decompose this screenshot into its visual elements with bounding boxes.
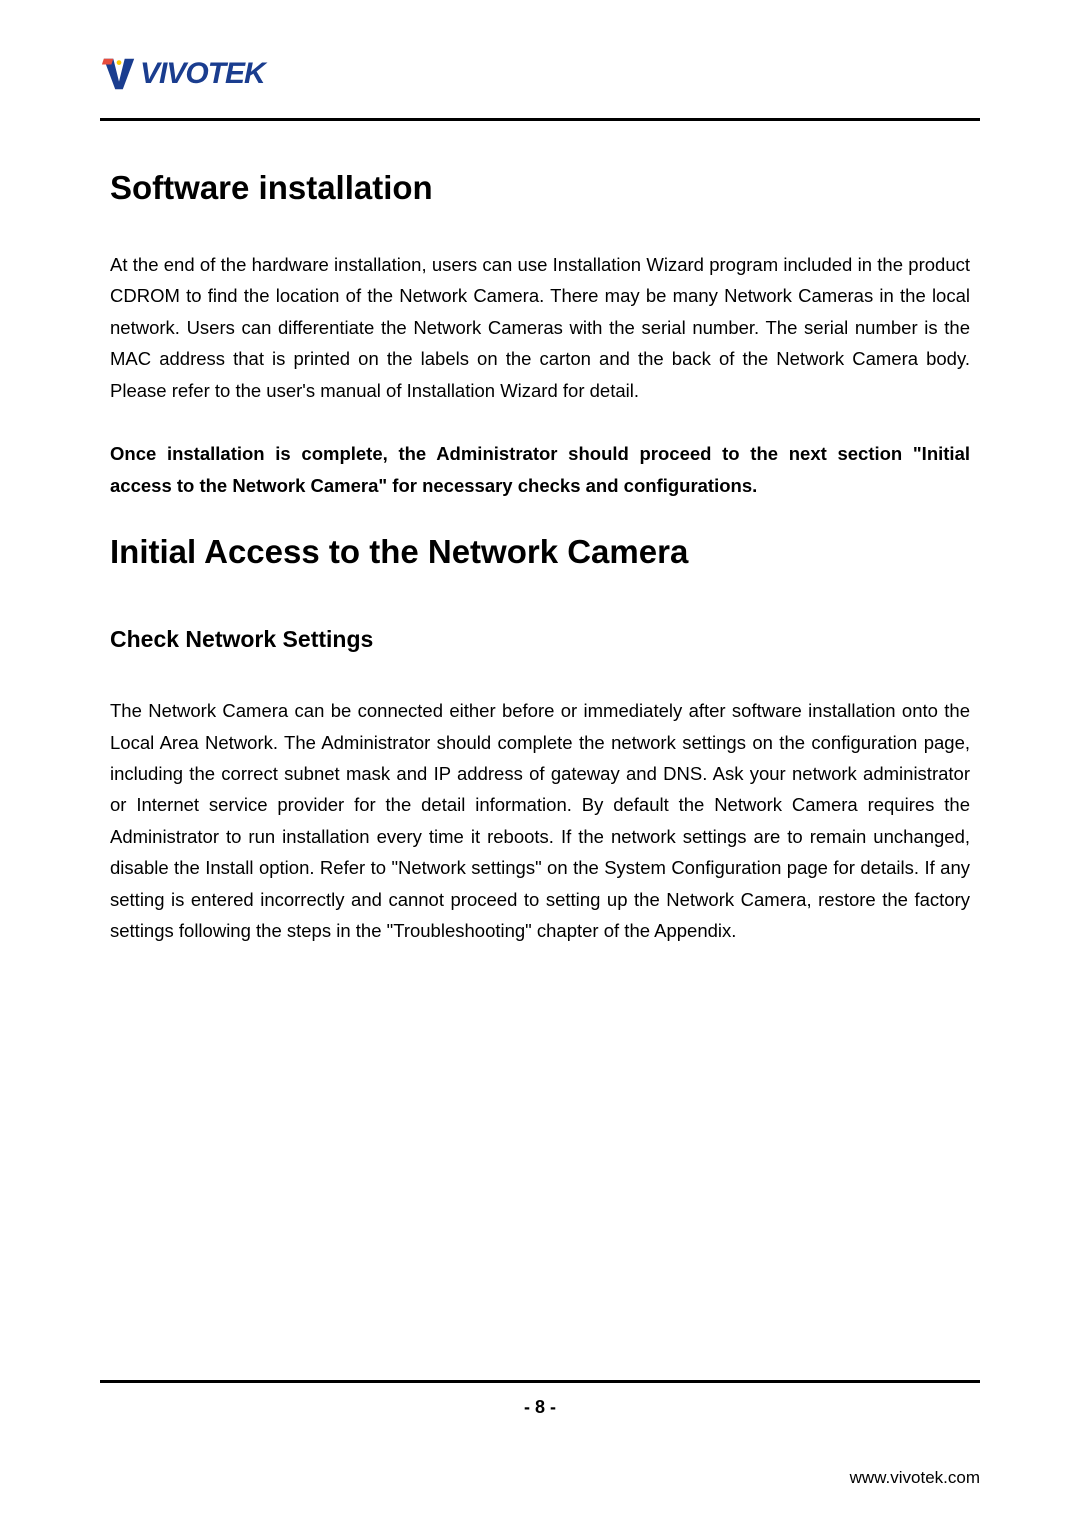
- paragraph-install-note: Once installation is complete, the Admin…: [110, 438, 970, 501]
- top-divider: [100, 118, 980, 121]
- website-url: www.vivotek.com: [100, 1468, 980, 1488]
- subheading-check-network: Check Network Settings: [110, 626, 970, 653]
- content-area: Software installation At the end of the …: [100, 169, 980, 947]
- bottom-divider: [100, 1380, 980, 1383]
- logo-container: VIVOTEK: [100, 55, 980, 93]
- footer: - 8 - www.vivotek.com: [100, 1380, 980, 1488]
- logo-text: VIVOTEK: [140, 57, 265, 91]
- logo: VIVOTEK: [100, 55, 980, 93]
- paragraph-install-intro: At the end of the hardware installation,…: [110, 249, 970, 406]
- heading-software-installation: Software installation: [110, 169, 970, 207]
- logo-icon: [100, 55, 138, 93]
- heading-initial-access: Initial Access to the Network Camera: [110, 533, 970, 571]
- paragraph-network-settings: The Network Camera can be connected eith…: [110, 695, 970, 947]
- page-number: - 8 -: [100, 1397, 980, 1418]
